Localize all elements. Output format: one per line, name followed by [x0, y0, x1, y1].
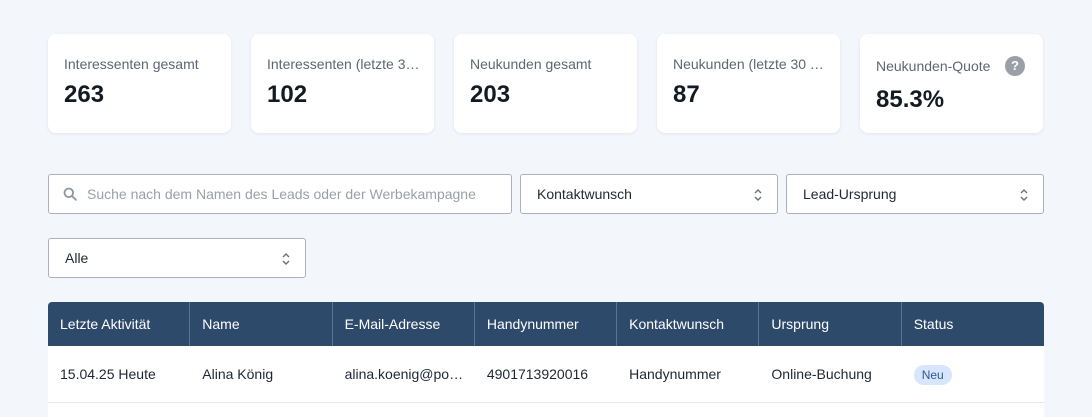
cell-email: alina.koenig@posteo.de	[344, 366, 475, 382]
column-header-contact-preference[interactable]: Kontaktwunsch	[617, 302, 760, 346]
stat-label: Neukunden (letzte 30 Tage)	[673, 56, 828, 72]
cell-status: Neu	[902, 346, 1044, 402]
search-field[interactable]	[48, 174, 512, 214]
column-header-origin[interactable]: Ursprung	[759, 302, 902, 346]
select-value: Lead-Ursprung	[803, 186, 897, 202]
chevron-up-down-icon	[1020, 189, 1028, 201]
select-value: Kontaktwunsch	[537, 186, 632, 202]
stat-value: 87	[673, 81, 700, 108]
status-filter-select[interactable]: Alle	[48, 238, 306, 278]
stat-value: 203	[470, 81, 511, 108]
stat-card-leads-total: Interessenten gesamt 263	[48, 34, 231, 133]
stat-value: 85.3%	[876, 86, 945, 113]
column-header-name[interactable]: Name	[190, 302, 333, 346]
help-icon[interactable]: ?	[1005, 56, 1025, 76]
cell-origin: Online-Buchung	[771, 366, 872, 382]
lead-origin-select[interactable]: Lead-Ursprung	[786, 174, 1044, 214]
search-icon	[63, 187, 77, 201]
stat-label: Interessenten gesamt	[64, 56, 199, 72]
search-input[interactable]	[85, 185, 499, 203]
stat-card-conversion-rate: Neukunden-Quote 85.3% ?	[860, 34, 1043, 133]
chevron-up-down-icon	[754, 189, 762, 201]
stat-card-leads-recent: Interessenten (letzte 30 Tage) 102	[251, 34, 434, 133]
stat-label: Neukunden-Quote	[876, 58, 991, 74]
stats-cards: Interessenten gesamt 263 Interessenten (…	[48, 34, 1043, 133]
chevron-up-down-icon	[282, 253, 290, 265]
stat-card-customers-recent: Neukunden (letzte 30 Tage) 87	[657, 34, 840, 133]
select-value: Alle	[65, 250, 89, 266]
column-header-status[interactable]: Status	[902, 302, 1044, 346]
cell-last-activity: 15.04.25 Heute	[60, 366, 156, 382]
column-header-last-activity[interactable]: Letzte Aktivität	[48, 302, 191, 346]
stat-value: 263	[64, 81, 105, 108]
stat-value: 102	[267, 81, 308, 108]
status-badge: Neu	[913, 365, 952, 386]
column-header-phone[interactable]: Handynummer	[475, 302, 618, 346]
cell-contact-preference: Handynummer	[629, 366, 721, 382]
table-header: Letzte Aktivität Name E-Mail-Adresse Han…	[48, 302, 1044, 346]
cell-name: Alina König	[202, 366, 274, 382]
stat-label: Interessenten (letzte 30 Tage)	[267, 56, 422, 72]
table-row[interactable]	[48, 403, 1044, 417]
table-row[interactable]: 15.04.25 Heute Alina König alina.koenig@…	[48, 346, 1044, 403]
column-header-email[interactable]: E-Mail-Adresse	[333, 302, 475, 346]
stat-label: Neukunden gesamt	[470, 56, 592, 72]
stat-card-customers-total: Neukunden gesamt 203	[454, 34, 637, 133]
contact-preference-select[interactable]: Kontaktwunsch	[520, 174, 778, 214]
leads-table: Letzte Aktivität Name E-Mail-Adresse Han…	[48, 302, 1044, 417]
cell-phone: 4901713920016	[486, 366, 589, 382]
